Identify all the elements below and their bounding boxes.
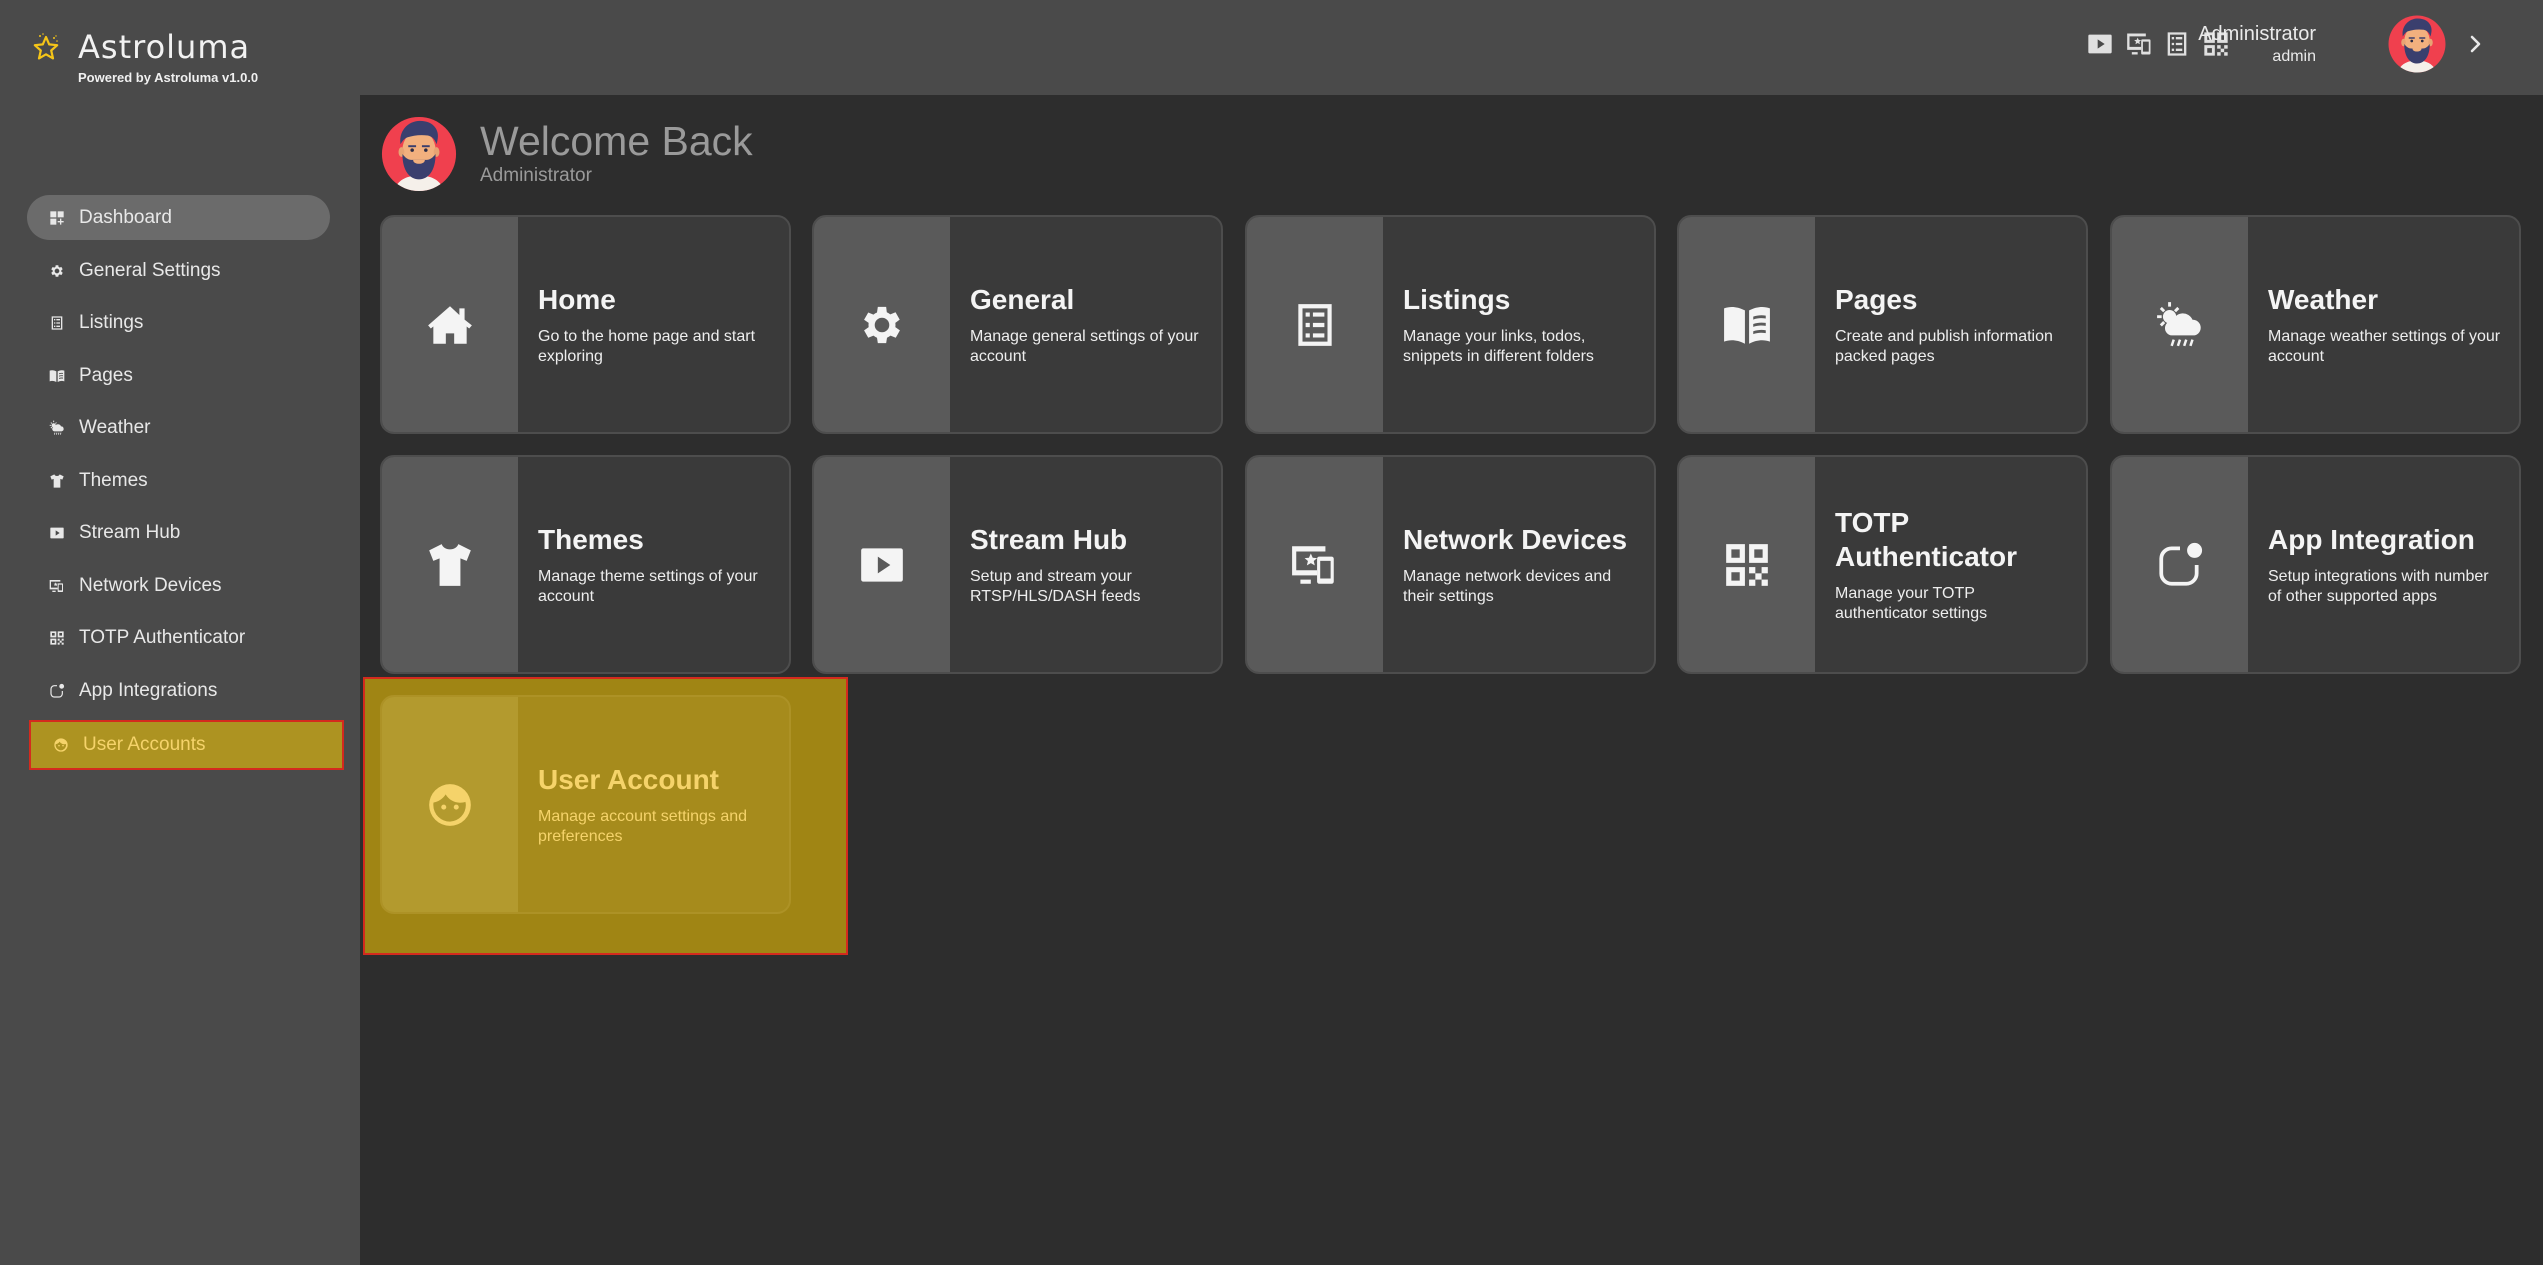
listings-icon[interactable] [2163, 30, 2191, 58]
sidebar-item-totp-authenticator[interactable]: TOTP Authenticator [27, 615, 330, 660]
qr-code-icon [49, 630, 65, 646]
play-icon [49, 525, 65, 541]
card-weather[interactable]: Weather Manage weather settings of your … [2110, 215, 2521, 434]
card-title: Weather [2268, 283, 2378, 315]
card-description: Manage account settings and preferences [538, 807, 748, 845]
card-title: Listings [1403, 283, 1511, 315]
card-title: Themes [538, 523, 644, 555]
user-role: admin [2272, 48, 2316, 65]
brand[interactable]: Astroluma Powered by Astroluma v1.0.0 [30, 28, 258, 85]
sidebar-item-label: Network Devices [79, 574, 222, 596]
sidebar-item-stream-hub[interactable]: Stream Hub [27, 510, 330, 555]
sidebar-item-label: Pages [79, 364, 133, 386]
card-listings[interactable]: Listings Manage your links, todos, snipp… [1245, 215, 1656, 434]
devices-icon [49, 578, 65, 594]
card-description: Manage general settings of your account [970, 327, 1199, 365]
chevron-right-icon[interactable] [2466, 30, 2486, 58]
sidebar-item-themes[interactable]: Themes [27, 458, 330, 503]
card-app-integration[interactable]: App Integration Setup integrations with … [2110, 455, 2521, 674]
sidebar: Astroluma Powered by Astroluma v1.0.0 Da… [0, 0, 360, 1265]
qr-code-icon [1722, 540, 1772, 590]
book-icon [49, 368, 65, 384]
list-icon [1290, 300, 1340, 350]
book-icon [1722, 300, 1772, 350]
gear-icon [857, 300, 907, 350]
sidebar-item-label: Stream Hub [79, 521, 181, 543]
sidebar-item-label: User Accounts [83, 734, 206, 755]
brand-title: Astroluma [78, 28, 251, 66]
card-stream-hub[interactable]: Stream Hub Setup and stream your RTSP/HL… [812, 455, 1223, 674]
sidebar-item-dashboard[interactable]: Dashboard [27, 195, 330, 240]
list-icon [49, 315, 65, 331]
star-logo-icon [30, 32, 64, 66]
sidebar-item-pages[interactable]: Pages [27, 353, 330, 398]
sidebar-item-label: Themes [79, 469, 148, 491]
sidebar-item-network-devices[interactable]: Network Devices [27, 563, 330, 608]
card-themes[interactable]: Themes Manage theme settings of your acc… [380, 455, 791, 674]
card-description: Go to the home page and start exploring [538, 327, 756, 365]
sidebar-item-label: App Integrations [79, 679, 218, 701]
app-integration-icon [2155, 540, 2205, 590]
weather-icon [2155, 300, 2205, 350]
gear-icon [49, 263, 65, 279]
card-title: TOTP Authenticator [1835, 506, 2017, 572]
card-title: App Integration [2268, 523, 2475, 555]
user-info[interactable]: Administrator admin [2198, 22, 2316, 68]
card-home[interactable]: Home Go to the home page and start explo… [380, 215, 791, 434]
stream-hub-icon[interactable] [2086, 30, 2114, 58]
sidebar-item-label: Listings [79, 311, 144, 333]
tshirt-icon [49, 473, 65, 489]
sidebar-item-label: TOTP Authenticator [79, 626, 246, 648]
card-title: Pages [1835, 283, 1918, 315]
sidebar-item-label: General Settings [79, 259, 221, 281]
home-icon [425, 300, 475, 350]
card-title: User Account [538, 763, 720, 795]
card-general[interactable]: General Manage general settings of your … [812, 215, 1223, 434]
welcome-subtitle: Administrator [480, 165, 592, 186]
sidebar-item-general-settings[interactable]: General Settings [27, 248, 330, 293]
card-description: Manage weather settings of your account [2268, 327, 2501, 365]
card-description: Create and publish information packed pa… [1835, 327, 2053, 365]
card-pages[interactable]: Pages Create and publish information pac… [1677, 215, 2088, 434]
card-description: Manage network devices and their setting… [1403, 567, 1612, 605]
face-icon [425, 780, 475, 830]
top-header-bar [0, 0, 2543, 95]
card-description: Manage your links, todos, snippets in di… [1403, 327, 1594, 365]
card-title: General [970, 283, 1075, 315]
sidebar-item-listings[interactable]: Listings [27, 300, 330, 345]
dashboard-icon [49, 210, 65, 226]
sidebar-item-app-integrations[interactable]: App Integrations [27, 668, 330, 713]
card-user-account[interactable]: User Account Manage account settings and… [380, 695, 791, 914]
weather-icon [49, 420, 65, 436]
welcome-title: Welcome Back [480, 118, 753, 164]
user-name: Administrator [2198, 23, 2316, 45]
sidebar-item-weather[interactable]: Weather [27, 405, 330, 450]
welcome-avatar [380, 114, 458, 194]
card-description: Setup integrations with number of other … [2268, 567, 2489, 605]
card-title: Stream Hub [970, 523, 1128, 555]
devices-icon [1290, 540, 1340, 590]
tshirt-icon [425, 540, 475, 590]
card-description: Manage your TOTP authenticator settings [1835, 584, 1988, 622]
card-title: Network Devices [1403, 523, 1628, 555]
sidebar-item-user-accounts[interactable]: User Accounts [29, 720, 344, 770]
brand-subtitle: Powered by Astroluma v1.0.0 [78, 70, 259, 85]
avatar[interactable] [2387, 14, 2447, 74]
card-network-devices[interactable]: Network Devices Manage network devices a… [1245, 455, 1656, 674]
card-description: Setup and stream your RTSP/HLS/DASH feed… [970, 567, 1141, 605]
sidebar-item-label: Dashboard [79, 206, 172, 228]
network-devices-icon[interactable] [2126, 30, 2154, 58]
face-icon [53, 737, 69, 753]
card-description: Manage theme settings of your account [538, 567, 758, 605]
sidebar-item-label: Weather [79, 416, 151, 438]
app-integration-icon [49, 683, 65, 699]
card-totp-authenticator[interactable]: TOTP Authenticator Manage your TOTP auth… [1677, 455, 2088, 674]
card-title: Home [538, 283, 616, 315]
play-icon [857, 540, 907, 590]
